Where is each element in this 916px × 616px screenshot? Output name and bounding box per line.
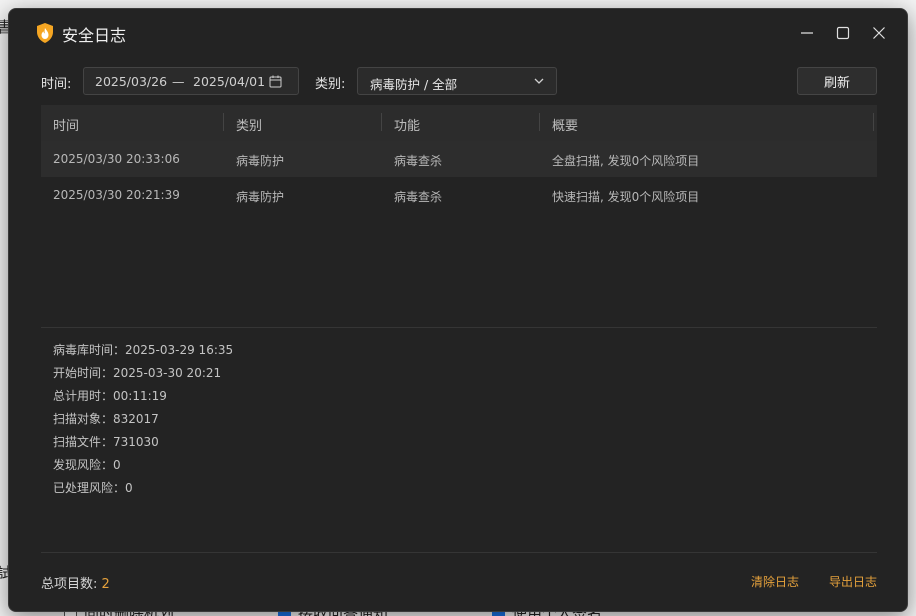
cell-summary: 快速扫描, 发现0个风险项目 [552, 190, 700, 204]
date-to: 2025/04/01 [193, 74, 266, 89]
table-row[interactable]: 2025/03/30 20:33:06 病毒防护 病毒查杀 全盘扫描, 发现0个… [41, 141, 877, 177]
date-separator: — [172, 74, 185, 89]
cell-time: 2025/03/30 20:33:06 [53, 152, 180, 166]
total-items-label: 总项目数: [41, 577, 98, 592]
calendar-icon[interactable] [269, 75, 282, 88]
column-header-time[interactable]: 时间 [53, 115, 79, 134]
column-divider[interactable] [873, 113, 874, 131]
column-divider[interactable] [539, 113, 540, 131]
category-filter-label: 类别: [315, 77, 346, 92]
export-log-link[interactable]: 导出日志 [829, 573, 877, 590]
minimize-icon [801, 32, 813, 34]
cell-time: 2025/03/30 20:21:39 [53, 188, 180, 202]
maximize-button[interactable] [829, 19, 857, 47]
detail-total-duration: 总计用时：00:11:19 [53, 389, 167, 403]
detail-virus-db-time: 病毒库时间：2025-03-29 16:35 [53, 343, 234, 357]
close-icon [873, 27, 885, 39]
detail-scan-objects: 扫描对象：832017 [53, 412, 159, 426]
column-header-summary[interactable]: 概要 [552, 115, 578, 134]
column-header-category[interactable]: 类别 [236, 115, 262, 134]
date-from: 2025/03/26 [95, 74, 168, 89]
maximize-icon [836, 26, 850, 40]
cell-category: 病毒防护 [236, 190, 285, 204]
divider [41, 552, 877, 553]
detail-scan-files: 扫描文件：731030 [53, 435, 159, 449]
date-range-picker[interactable]: 2025/03/26 — 2025/04/01 [83, 67, 299, 95]
shield-flame-icon [37, 23, 53, 43]
column-divider[interactable] [223, 113, 224, 131]
column-header-function[interactable]: 功能 [394, 115, 420, 134]
category-select-value: 病毒防护 / 全部 [370, 77, 458, 92]
detail-risks-handled: 已处理风险：0 [53, 481, 133, 495]
chevron-down-icon [534, 78, 544, 84]
log-table: 时间 类别 功能 概要 2025/03/30 20:33:06 病毒防护 病毒查… [41, 105, 877, 213]
security-log-window: 安全日志 时间: 2025/03/26 — 2025/04/01 类别: 病毒防… [8, 8, 908, 612]
time-filter-label: 时间: [41, 77, 72, 92]
detail-risks-found: 发现风险：0 [53, 458, 121, 472]
minimize-button[interactable] [793, 19, 821, 47]
cell-category: 病毒防护 [236, 154, 285, 168]
window-title: 安全日志 [62, 26, 127, 45]
table-header: 时间 类别 功能 概要 [41, 105, 877, 141]
table-row[interactable]: 2025/03/30 20:21:39 病毒防护 病毒查杀 快速扫描, 发现0个… [41, 177, 877, 213]
cell-function: 病毒查杀 [394, 190, 443, 204]
refresh-button[interactable]: 刷新 [797, 67, 877, 95]
column-divider[interactable] [381, 113, 382, 131]
title-bar[interactable]: 安全日志 [9, 9, 907, 57]
close-button[interactable] [865, 19, 893, 47]
category-select[interactable]: 病毒防护 / 全部 [357, 67, 557, 95]
divider [41, 327, 877, 328]
detail-start-time: 开始时间：2025-03-30 20:21 [53, 366, 222, 380]
total-items-count: 2 [101, 577, 110, 592]
cell-summary: 全盘扫描, 发现0个风险项目 [552, 154, 700, 168]
cell-function: 病毒查杀 [394, 154, 443, 168]
clear-log-link[interactable]: 清除日志 [751, 573, 799, 590]
total-items: 总项目数: 2 [41, 573, 110, 592]
